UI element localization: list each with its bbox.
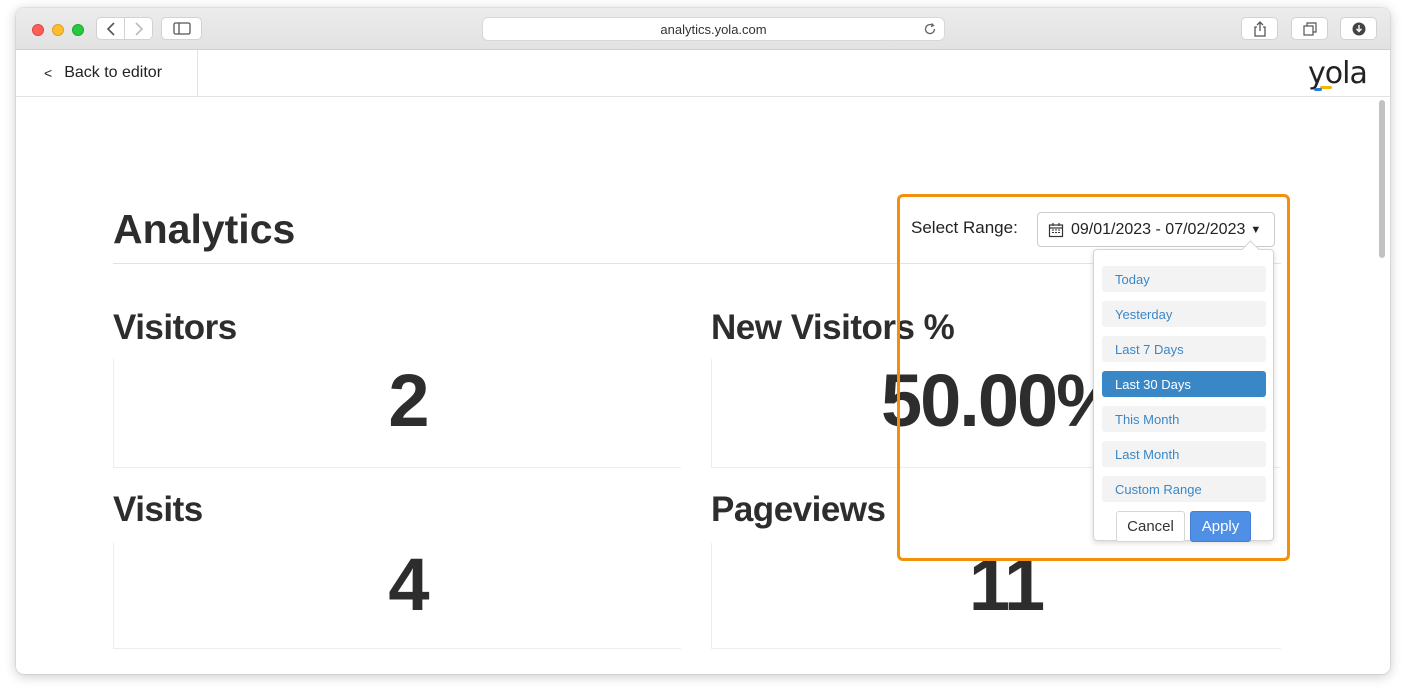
pageviews-label: Pageviews bbox=[711, 490, 886, 529]
browser-titlebar: analytics.yola.com bbox=[16, 8, 1390, 50]
sidebar-toggle-button[interactable] bbox=[161, 17, 202, 40]
share-icon bbox=[1253, 20, 1266, 37]
range-option-this-month[interactable]: This Month bbox=[1102, 406, 1266, 432]
visits-value: 4 bbox=[388, 543, 429, 626]
address-bar[interactable]: analytics.yola.com bbox=[482, 17, 945, 41]
date-range-button[interactable]: 09/01/2023 - 07/02/2023 ▼ bbox=[1037, 212, 1275, 247]
share-button[interactable] bbox=[1241, 17, 1278, 40]
range-option-last-month[interactable]: Last Month bbox=[1102, 441, 1266, 467]
range-dropdown: Today Yesterday Last 7 Days Last 30 Days… bbox=[1093, 249, 1274, 542]
url-text: analytics.yola.com bbox=[660, 21, 767, 37]
minimize-window-button[interactable] bbox=[52, 24, 64, 36]
caret-down-icon: ▼ bbox=[1250, 223, 1262, 236]
sidebar-icon bbox=[172, 22, 191, 35]
visits-label: Visits bbox=[113, 490, 203, 529]
yola-logo[interactable]: yola bbox=[1308, 56, 1368, 91]
range-option-today[interactable]: Today bbox=[1102, 266, 1266, 292]
back-to-editor-link[interactable]: < Back to editor bbox=[16, 50, 198, 96]
visitors-label: Visitors bbox=[113, 308, 237, 347]
app-header: < Back to editor yola bbox=[16, 50, 1390, 97]
select-range-label: Select Range: bbox=[911, 218, 1018, 237]
back-button[interactable] bbox=[96, 17, 125, 40]
tab-overview-button[interactable] bbox=[1291, 17, 1328, 40]
page-title: Analytics bbox=[113, 206, 296, 252]
chevron-right-icon bbox=[134, 21, 143, 36]
forward-button[interactable] bbox=[124, 17, 153, 40]
zoom-window-button[interactable] bbox=[72, 24, 84, 36]
visitors-value: 2 bbox=[388, 359, 429, 442]
reload-icon[interactable] bbox=[923, 22, 937, 36]
date-range-value: 09/01/2023 - 07/02/2023 bbox=[1071, 220, 1246, 238]
range-option-custom-range[interactable]: Custom Range bbox=[1102, 476, 1266, 502]
logo-accent-blue bbox=[1314, 88, 1322, 91]
chevron-left-icon bbox=[106, 21, 115, 36]
back-to-editor-label: Back to editor bbox=[64, 64, 163, 81]
range-option-yesterday[interactable]: Yesterday bbox=[1102, 301, 1266, 327]
back-chevron-icon: < bbox=[44, 65, 53, 81]
apply-button[interactable]: Apply bbox=[1190, 511, 1251, 542]
browser-window: analytics.yola.com < Back to editor yola… bbox=[16, 8, 1390, 674]
calendar-icon bbox=[1048, 222, 1064, 237]
page-scrollbar[interactable] bbox=[1379, 100, 1385, 258]
cancel-button[interactable]: Cancel bbox=[1116, 511, 1185, 542]
close-window-button[interactable] bbox=[32, 24, 44, 36]
range-option-last-30-days[interactable]: Last 30 Days bbox=[1102, 371, 1266, 397]
download-icon bbox=[1352, 22, 1365, 35]
downloads-button[interactable] bbox=[1340, 17, 1377, 40]
tabs-icon bbox=[1302, 21, 1317, 36]
range-option-last-7-days[interactable]: Last 7 Days bbox=[1102, 336, 1266, 362]
